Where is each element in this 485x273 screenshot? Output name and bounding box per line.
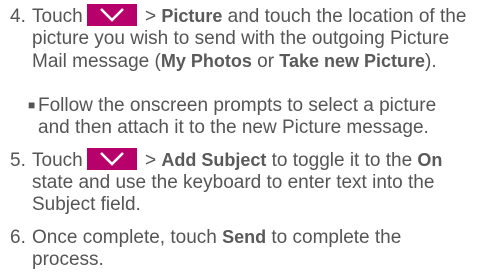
- step-4: 4. Touch > Picture and touch the location…: [10, 4, 480, 73]
- state-on: On: [417, 150, 443, 170]
- step-4-line-2: picture you wish to send with the outgoi…: [32, 28, 450, 49]
- step-6-line-2: process.: [32, 249, 104, 270]
- step-number: 6.: [10, 227, 26, 248]
- menu-option-add-subject: Add Subject: [161, 150, 267, 170]
- chevron-down-icon: [86, 148, 137, 170]
- step-number: 5.: [10, 150, 26, 171]
- step-5: 5. Touch > Add Subject to toggle it to th…: [10, 148, 480, 216]
- menu-option-picture: Picture: [161, 6, 223, 26]
- option-take-new-picture: Take new Picture: [279, 51, 426, 71]
- step-6-line-1: 6. Once complete, touch Send to complete …: [10, 227, 402, 248]
- step-5-line-1: 5. Touch > Add Subject to toggle it to th…: [10, 148, 443, 171]
- instructions-page: 4. Touch > Picture and touch the location…: [0, 0, 485, 273]
- step-5-line-2: state and use the keyboard to enter text…: [32, 172, 435, 193]
- step-4-line-3: Mail message (My Photos or Take new Pict…: [32, 51, 437, 72]
- step-5-line-3: Subject field.: [32, 194, 141, 215]
- chevron-down-icon: [86, 4, 137, 26]
- step-6: 6. Once complete, touch Send to complete …: [10, 226, 480, 271]
- bullet-icon: ■: [28, 98, 36, 112]
- step-number: 4.: [10, 6, 26, 27]
- step-4-line-1: 4. Touch > Picture and touch the location…: [10, 4, 467, 27]
- bullet-item: ■ Follow the onscreen prompts to select a…: [28, 95, 437, 138]
- option-my-photos: My Photos: [160, 51, 252, 71]
- send-label: Send: [222, 227, 267, 247]
